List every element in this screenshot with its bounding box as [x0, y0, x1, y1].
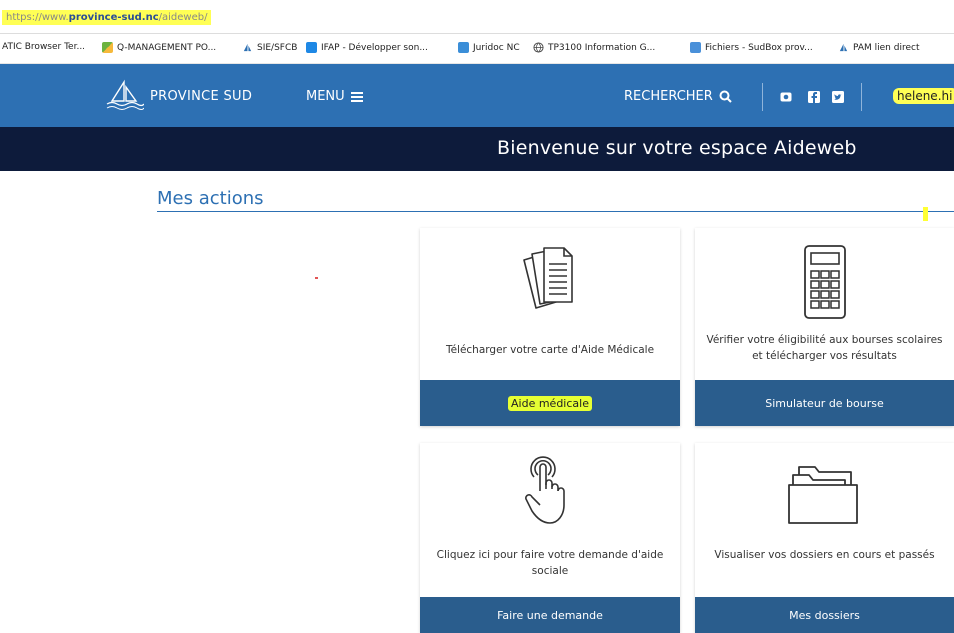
address-bar[interactable]: https://www.province-sud.nc/aideweb/ [0, 0, 954, 34]
aide-medicale-button[interactable]: Aide médicale [420, 380, 680, 426]
bookmark-label: PAM lien direct [853, 42, 920, 53]
button-label: Faire une demande [497, 608, 603, 622]
welcome-banner: Bienvenue sur votre espace Aideweb [0, 127, 954, 171]
menu-button[interactable]: MENU [306, 89, 363, 104]
mes-dossiers-button[interactable]: Mes dossiers [695, 597, 954, 633]
bookmark-pam[interactable]: PAM lien direct [838, 42, 919, 53]
faire-demande-button[interactable]: Faire une demande [420, 597, 680, 633]
search-icon [719, 90, 732, 103]
search-label: RECHERCHER [624, 89, 713, 104]
card-description: Visualiser vos dossiers en cours et pass… [714, 549, 935, 561]
bookmark-label: Fichiers - SudBox prov... [705, 42, 813, 53]
cloud-icon [690, 42, 701, 53]
card-mes-dossiers: Visualiser vos dossiers en cours et pass… [695, 443, 954, 633]
search-button[interactable]: RECHERCHER [624, 89, 732, 104]
sail-icon [243, 43, 252, 52]
folder-icon [787, 466, 858, 524]
bookmark-q-management[interactable]: Q-MANAGEMENT PO... [102, 42, 216, 53]
bookmark-label: Q-MANAGEMENT PO... [117, 42, 217, 53]
card-description: Cliquez ici pour faire votre demande d'a… [436, 549, 664, 577]
book-icon [458, 42, 469, 53]
trello-icon [306, 42, 317, 53]
nav-divider [762, 83, 763, 111]
card-aide-medicale: Télécharger votre carte d'Aide Médicale … [420, 228, 680, 426]
bookmark-sie-sfcb[interactable]: SIE/SFCB [242, 42, 297, 53]
page-title: Bienvenue sur votre espace Aideweb [497, 137, 857, 159]
card-simulateur-bourse: Vérifier votre éligibilité aux bourses s… [695, 228, 954, 426]
menu-label: MENU [306, 89, 345, 104]
user-account-link[interactable]: helene.hi [893, 88, 954, 104]
button-label: Aide médicale [508, 395, 592, 411]
section-divider [157, 211, 954, 212]
card-faire-demande: Cliquez ici pour faire votre demande d'a… [420, 443, 680, 633]
card-description: Vérifier votre éligibilité aux bourses s… [706, 334, 943, 362]
bookmark-ifap[interactable]: IFAP - Développer son... [306, 42, 428, 53]
bookmark-atic[interactable]: ATIC Browser Ter... [2, 42, 85, 52]
button-label: Simulateur de bourse [765, 396, 884, 410]
card-description: Télécharger votre carte d'Aide Médicale [445, 344, 655, 356]
province-sud-logo-icon[interactable] [104, 77, 144, 115]
simulateur-bourse-button[interactable]: Simulateur de bourse [695, 380, 954, 426]
brand-name[interactable]: PROVINCE SUD [150, 89, 252, 104]
chart-icon [102, 42, 113, 53]
instagram-icon[interactable] [780, 91, 792, 103]
bookmarks-bar: ATIC Browser Ter... Q-MANAGEMENT PO... S… [0, 34, 954, 64]
button-label: Mes dossiers [789, 608, 860, 622]
hand-pointer-icon [525, 456, 565, 524]
document-icon [523, 247, 573, 309]
bookmark-label: TP3100 Information G... [548, 42, 656, 53]
twitter-icon[interactable] [832, 91, 844, 103]
hamburger-icon [350, 91, 363, 102]
nav-divider [861, 83, 862, 111]
globe-icon [533, 42, 544, 53]
site-header: PROVINCE SUD MENU RECHERCHER helene.hi [0, 64, 954, 127]
bookmark-label: ATIC Browser Ter... [2, 42, 86, 52]
bookmark-label: Juridoc NC [473, 42, 520, 53]
bookmark-label: SIE/SFCB [257, 42, 298, 53]
bookmark-fichiers[interactable]: Fichiers - SudBox prov... [690, 42, 813, 53]
bookmark-tp3100[interactable]: TP3100 Information G... [533, 42, 655, 53]
bookmark-label: IFAP - Développer son... [321, 42, 428, 53]
stray-mark [315, 277, 318, 279]
facebook-icon[interactable] [808, 91, 820, 103]
sail-icon [839, 43, 848, 52]
bookmark-juridoc[interactable]: Juridoc NC [458, 42, 520, 53]
url-text[interactable]: https://www.province-sud.nc/aideweb/ [2, 10, 212, 25]
calculator-icon [803, 245, 846, 319]
section-title: Mes actions [157, 188, 264, 209]
highlight-mark [923, 207, 928, 221]
